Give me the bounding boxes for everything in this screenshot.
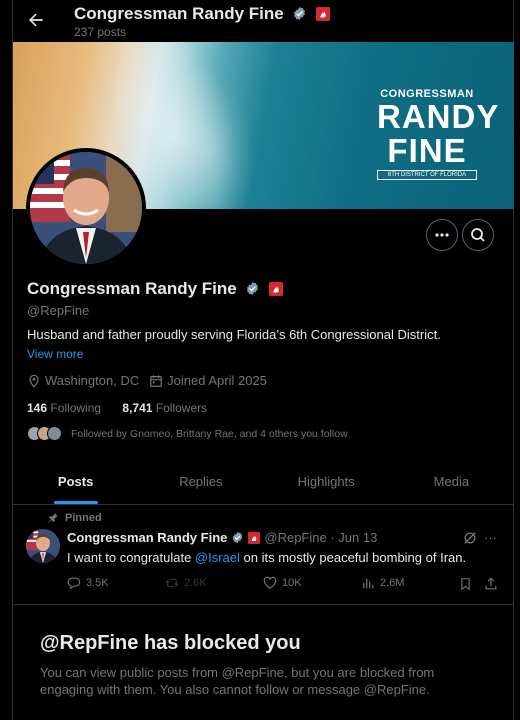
share-icon[interactable] [484, 577, 498, 591]
more-options-button[interactable] [426, 219, 458, 251]
grok-icon[interactable] [463, 531, 477, 545]
tweet-text-end: on its mostly peaceful bombing of Iran. [239, 550, 467, 565]
pin-icon [48, 513, 58, 523]
like-button[interactable]: 10K [263, 576, 302, 590]
following-count: 146 [27, 401, 48, 415]
profile-handle: @RepFine [27, 303, 90, 318]
back-arrow-icon[interactable] [26, 10, 46, 30]
reply-icon [67, 577, 81, 590]
tab-media[interactable]: Media [389, 460, 514, 504]
repost-icon [165, 578, 179, 588]
tab-highlights[interactable]: Highlights [264, 460, 389, 504]
followers-label: Followers [155, 401, 208, 415]
tweet-author-name[interactable]: Congressman Randy Fine [67, 530, 227, 545]
bookmark-icon[interactable] [459, 577, 472, 591]
repost-button[interactable]: 2.6K [165, 576, 207, 590]
followed-by[interactable]: Followed by Gnomeo, Brittany Rae, and 4 … [27, 426, 348, 441]
follow-stats: 146 Following 8,741 Followers [27, 401, 207, 415]
views-button[interactable]: 2.6M [361, 576, 404, 590]
verified-gray-icon[interactable] [245, 281, 260, 296]
tab-replies[interactable]: Replies [138, 460, 263, 504]
calendar-icon [150, 374, 163, 387]
follower-avatar [47, 426, 62, 441]
followers-link[interactable]: 8,741 Followers [122, 401, 207, 415]
like-count: 10K [282, 577, 302, 589]
tweet-more-icon[interactable]: ··· [484, 530, 497, 545]
tweet-author-avatar[interactable] [26, 529, 60, 563]
top-bar: Congressman Randy Fine 237 posts [0, 0, 520, 42]
heart-icon [263, 576, 277, 589]
tweet-handle-date: @RepFine · Jun 13 [264, 530, 378, 545]
reply-count: 3.5K [86, 577, 109, 589]
tweet-actions: 3.5K 2.6K 10K 2.6M [67, 576, 503, 592]
header-post-count: 237 posts [74, 25, 127, 39]
tweet-text-start: I want to congratulate [67, 550, 195, 565]
party-badge-icon [248, 531, 261, 544]
profile-avatar[interactable] [26, 148, 146, 268]
view-more-link[interactable]: View more [27, 347, 83, 361]
profile-location: Washington, DC [45, 373, 140, 388]
tweet-header: Congressman Randy Fine @RepFine · Jun 13 [67, 530, 377, 545]
profile-bio: Husband and father proudly serving Flori… [27, 327, 441, 342]
search-icon [471, 228, 485, 242]
followers-count: 8,741 [122, 401, 153, 415]
repost-count: 2.6K [184, 577, 207, 589]
following-link[interactable]: 146 Following [27, 401, 101, 415]
tweet-avatar-portrait [26, 529, 60, 563]
tweet-text: I want to congratulate @Israel on its mo… [67, 550, 466, 565]
followed-by-text: Followed by Gnomeo, Brittany Rae, and 4 … [71, 427, 348, 440]
profile-name: Congressman Randy Fine [27, 279, 284, 299]
avatar-portrait [30, 152, 142, 264]
profile-tabs: Posts Replies Highlights Media [13, 460, 514, 505]
header-title: Congressman Randy Fine [74, 4, 331, 24]
blocked-title: @RepFine has blocked you [40, 632, 301, 654]
following-label: Following [50, 401, 102, 415]
tweet-mention-link[interactable]: @Israel [195, 550, 240, 565]
reply-button[interactable]: 3.5K [67, 576, 109, 590]
views-chart-icon [363, 578, 374, 589]
pinned-indicator: Pinned [47, 512, 102, 524]
blocked-message: You can view public posts from @RepFine,… [40, 665, 435, 697]
verified-gray-icon [294, 6, 306, 21]
profile-joined: Joined April 2025 [167, 373, 267, 388]
banner-logo-line2: RANDY [377, 98, 500, 135]
tab-posts[interactable]: Posts [13, 460, 138, 504]
views-count: 2.6M [380, 577, 405, 589]
verified-gray-icon [233, 531, 243, 544]
profile-meta: Washington, DC Joined April 2025 [27, 373, 267, 388]
search-profile-button[interactable] [462, 219, 494, 251]
profile-name-text: Congressman Randy Fine [27, 279, 237, 298]
more-horizontal-icon [435, 233, 449, 237]
party-badge-icon [316, 7, 331, 21]
banner-logo-line3: FINE [387, 132, 467, 169]
section-divider [13, 604, 514, 605]
header-name: Congressman Randy Fine [74, 4, 284, 23]
banner-logo: CONGRESSMAN RANDY FINE 6TH DISTRICT OF F… [377, 88, 500, 180]
pinned-label: Pinned [65, 512, 102, 524]
party-badge-icon[interactable] [269, 282, 284, 296]
banner-logo-line4: 6TH DISTRICT OF FLORIDA [377, 170, 477, 180]
location-pin-icon [29, 374, 39, 388]
